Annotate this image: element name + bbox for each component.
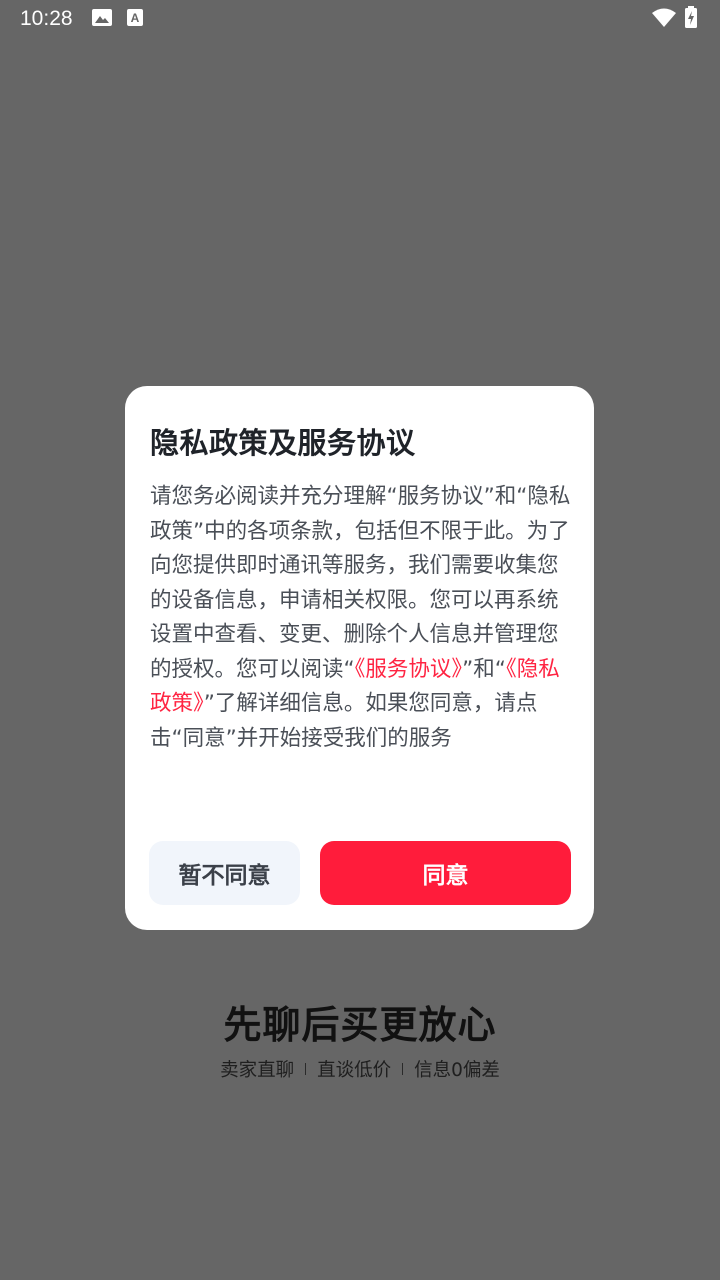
divider <box>305 1063 307 1075</box>
body-text: ”了解详细信息。如果您同意，请点击“同意”并开始接受我们的服务 <box>150 691 538 751</box>
text-a-icon: A <box>127 9 143 26</box>
feature-item: 卖家直聊 <box>220 1060 295 1081</box>
decline-button[interactable]: 暂不同意 <box>149 841 300 905</box>
feature-line: 卖家直聊 直谈低价 信息0偏差 <box>0 1056 720 1082</box>
slogan-heading: 先聊后买更放心 <box>223 1003 497 1047</box>
privacy-dialog: 隐私政策及服务协议 请您务必阅读并充分理解“服务协议”和“隐私政策”中的各项条款… <box>125 386 594 930</box>
feature-item: 信息0偏差 <box>414 1060 500 1081</box>
feature-item: 直谈低价 <box>317 1060 392 1081</box>
agree-button[interactable]: 同意 <box>320 841 571 905</box>
image-icon <box>92 9 112 26</box>
dialog-title: 隐私政策及服务协议 <box>150 426 416 460</box>
dialog-body-text: 请您务必阅读并充分理解“服务协议”和“隐私政策”中的各项条款，包括但不限于此。为… <box>150 480 574 756</box>
svg-text:A: A <box>131 11 140 25</box>
battery-charging-icon <box>685 6 697 28</box>
status-time: 10:28 <box>20 7 73 30</box>
body-text: ”和“ <box>462 656 506 682</box>
status-bar: 10:28 A <box>0 0 720 36</box>
body-text: 请您务必阅读并充分理解“服务协议”和“隐私政策”中的各项条款，包括但不限于此。为… <box>150 484 571 682</box>
wifi-icon <box>652 8 676 27</box>
service-agreement-link[interactable]: 《服务协议》 <box>355 657 463 682</box>
divider <box>402 1063 404 1075</box>
